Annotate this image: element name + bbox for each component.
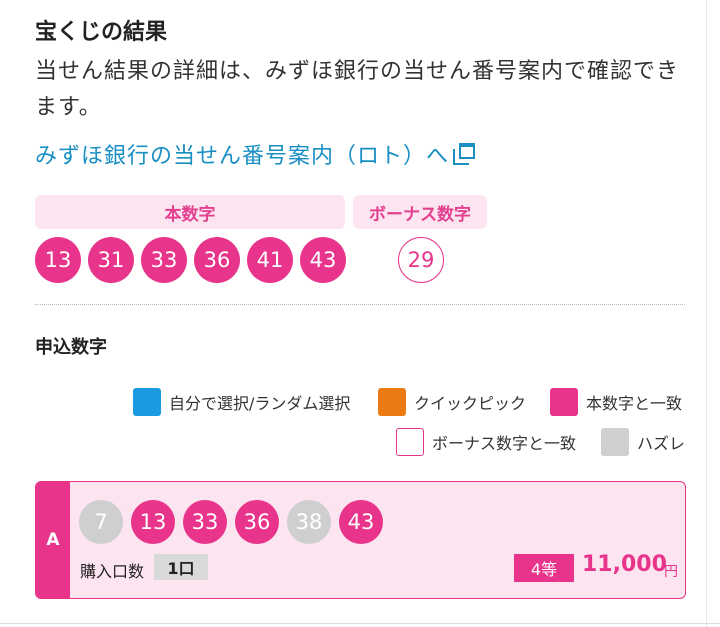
- legend-item-bonus-match: ボーナス数字と一致: [396, 428, 576, 456]
- pink-swatch-icon: [550, 388, 578, 416]
- entry-number-ball-match: 33: [183, 500, 227, 544]
- main-number-ball: 31: [88, 237, 134, 283]
- legend-item-self-select: 自分で選択/ランダム選択: [133, 388, 350, 416]
- main-number-ball: 43: [300, 237, 346, 283]
- legend-item-quick-pick: クイックピック: [378, 388, 526, 416]
- purchase-count-label: 購入口数: [80, 562, 145, 581]
- outlined-swatch-icon: [396, 428, 424, 456]
- entry-number-ball-match: 36: [235, 500, 279, 544]
- currency-unit: 円: [664, 564, 678, 580]
- legend-label: 自分で選択/ランダム選択: [169, 394, 351, 413]
- divider: [35, 304, 685, 305]
- mizuho-result-link-text[interactable]: みずほ銀行の当せん番号案内（ロト）へ: [35, 138, 449, 170]
- legend-label: ハズレ: [637, 434, 686, 453]
- entry-number-ball-match: 13: [131, 500, 175, 544]
- bonus-number-label: ボーナス数字: [353, 195, 487, 229]
- result-description: 当せん結果の詳細は、みずほ銀行の当せん番号案内で確認できます。: [35, 59, 680, 120]
- external-window-icon: [453, 143, 476, 165]
- divider: [0, 623, 720, 624]
- entry-letter: A: [36, 482, 70, 598]
- orange-swatch-icon: [378, 388, 406, 416]
- legend-item-miss: ハズレ: [601, 428, 685, 456]
- entry-card: A 7 13 33 36 38 43 購入口数 1口 4等 11,000 円: [35, 481, 686, 599]
- bonus-number-ball: 29: [398, 237, 444, 283]
- main-number-ball: 36: [194, 237, 240, 283]
- prize-amount: 11,000: [582, 552, 667, 577]
- prize-rank-badge: 4等: [514, 554, 574, 582]
- entry-number-ball-miss: 7: [79, 500, 123, 544]
- main-number-ball: 41: [247, 237, 293, 283]
- scroll-edge: [706, 0, 707, 627]
- legend-label: 本数字と一致: [586, 394, 683, 413]
- entry-number-ball-match: 43: [339, 500, 383, 544]
- mizuho-result-link[interactable]: みずほ銀行の当せん番号案内（ロト）へ: [35, 138, 476, 170]
- main-numbers-label: 本数字: [35, 195, 345, 229]
- legend-label: クイックピック: [414, 394, 527, 413]
- gray-swatch-icon: [601, 428, 629, 456]
- legend-label: ボーナス数字と一致: [432, 434, 577, 453]
- purchase-count-value: 1口: [154, 554, 208, 580]
- entry-number-ball-miss: 38: [287, 500, 331, 544]
- legend-item-main-match: 本数字と一致: [550, 388, 682, 416]
- main-number-ball: 33: [141, 237, 187, 283]
- blue-swatch-icon: [133, 388, 161, 416]
- entries-title: 申込数字: [35, 337, 107, 358]
- main-number-ball: 13: [35, 237, 81, 283]
- page-title: 宝くじの結果: [35, 20, 168, 45]
